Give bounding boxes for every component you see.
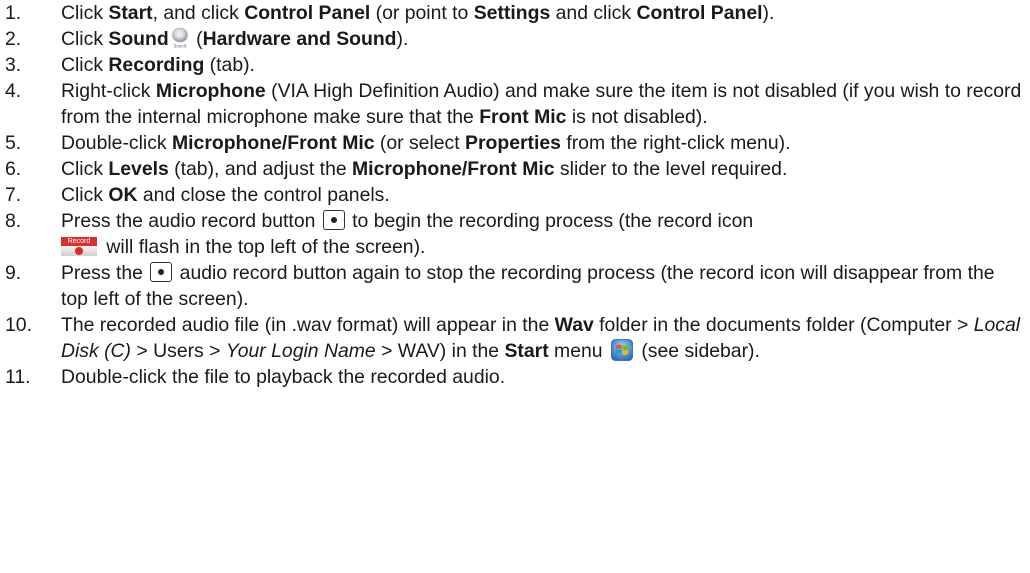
- step-number: 2.: [5, 28, 22, 50]
- step-number: 7.: [5, 184, 22, 206]
- bold-term: OK: [108, 184, 138, 206]
- step-7: 7. Click OK and close the control panels…: [0, 182, 1030, 208]
- bold-term: Microphone/Front Mic: [352, 158, 555, 180]
- bold-term: Hardware and Sound: [202, 28, 397, 50]
- text: Press the audio record button: [61, 210, 321, 232]
- text: Right-click: [61, 80, 156, 102]
- text: ).: [762, 2, 775, 24]
- text: Click: [61, 2, 109, 24]
- text: audio record button again to stop the re…: [61, 262, 995, 310]
- sound-icon-caption: Sound: [173, 44, 186, 49]
- bold-term: Microphone: [155, 80, 266, 102]
- text: Double-click the file to playback the re…: [61, 366, 506, 388]
- text: , and click: [152, 2, 245, 24]
- text: Double-click: [61, 132, 172, 154]
- text: Click: [61, 158, 109, 180]
- text: (or select: [374, 132, 466, 154]
- text: will flash in the top left of the screen…: [101, 236, 426, 258]
- text: slider to the level required.: [554, 158, 788, 180]
- step-6: 6. Click Levels (tab), and adjust the Mi…: [0, 156, 1030, 182]
- step-11: 11. Double-click the file to playback th…: [0, 364, 1030, 390]
- bold-term: Recording: [108, 54, 205, 76]
- step-9: 9. Press the audio record button again t…: [0, 260, 1030, 312]
- bold-term: Control Panel: [636, 2, 763, 24]
- text: menu: [548, 340, 608, 362]
- text: Click: [61, 28, 109, 50]
- windows-start-icon: [611, 339, 633, 361]
- bold-term: Properties: [465, 132, 561, 154]
- bold-term: Settings: [473, 2, 551, 24]
- text: (: [190, 28, 203, 50]
- bold-term: Levels: [108, 158, 169, 180]
- step-8: 8. Press the audio record button to begi…: [0, 208, 1030, 260]
- text: from the right-click menu).: [560, 132, 791, 154]
- record-button-icon: [322, 210, 345, 230]
- step-number: 10.: [5, 314, 32, 336]
- step-number: 4.: [5, 80, 22, 102]
- text: to begin the recording process (the reco…: [346, 210, 754, 232]
- step-1: 1. Click Start, and click Control Panel …: [0, 0, 1030, 26]
- step-number: 3.: [5, 54, 22, 76]
- step-number: 9.: [5, 262, 22, 284]
- text: ).: [396, 28, 409, 50]
- bold-term: Start: [504, 340, 549, 362]
- text: (see sidebar).: [635, 340, 760, 362]
- step-4: 4. Right-click Microphone (VIA High Defi…: [0, 78, 1030, 130]
- step-2: 2. Click Sound Sound (Hardware and Sound)…: [0, 26, 1030, 52]
- step-3: 3. Click Recording (tab).: [0, 52, 1030, 78]
- step-number: 1.: [5, 2, 22, 24]
- bold-term: Microphone/Front Mic: [172, 132, 375, 154]
- instruction-list: 1. Click Start, and click Control Panel …: [0, 0, 1030, 390]
- text: > WAV) in the: [375, 340, 505, 362]
- step-number: 5.: [5, 132, 22, 154]
- text: (tab), and adjust the: [168, 158, 353, 180]
- step-number: 11.: [5, 366, 31, 388]
- text: Click: [61, 54, 109, 76]
- text: (or point to: [370, 2, 474, 24]
- text: and click: [550, 2, 637, 24]
- step-number: 8.: [5, 210, 22, 232]
- italic-term: Your Login Name: [225, 340, 376, 362]
- text: The recorded audio file (in .wav format)…: [61, 314, 555, 336]
- bold-term: Start: [108, 2, 153, 24]
- text: is not disabled).: [566, 106, 708, 128]
- bold-term: Sound: [108, 28, 169, 50]
- sound-icon: Sound: [171, 27, 189, 49]
- text: folder in the documents folder (Computer…: [593, 314, 974, 336]
- step-number: 6.: [5, 158, 22, 180]
- text: Click: [61, 184, 109, 206]
- bold-term: Wav: [554, 314, 594, 336]
- record-icon: Record: [61, 237, 97, 256]
- text: > Users >: [131, 340, 226, 362]
- record-button-icon: [150, 262, 173, 282]
- text: (tab).: [204, 54, 255, 76]
- text: and close the control panels.: [137, 184, 390, 206]
- text: Press the: [61, 262, 149, 284]
- bold-term: Control Panel: [244, 2, 371, 24]
- record-icon-label: Record: [61, 237, 97, 246]
- bold-term: Front Mic: [479, 106, 567, 128]
- step-5: 5. Double-click Microphone/Front Mic (or…: [0, 130, 1030, 156]
- step-10: 10. The recorded audio file (in .wav for…: [0, 312, 1030, 364]
